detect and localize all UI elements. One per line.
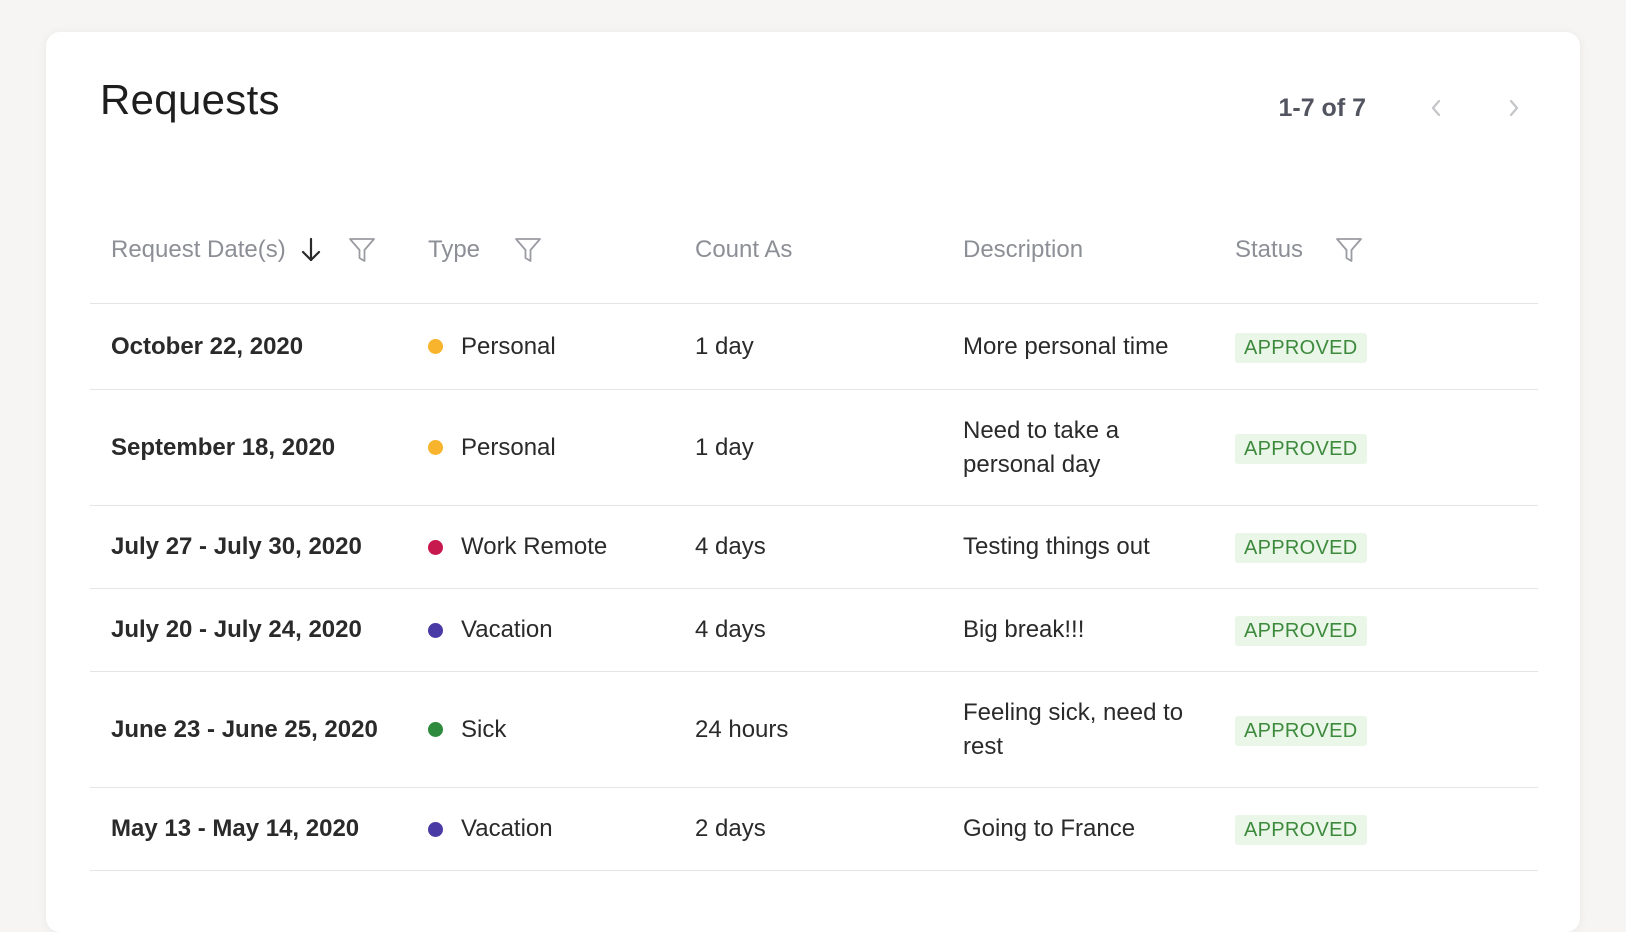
type-color-dot — [428, 339, 443, 354]
column-header-count-as: Count As — [674, 197, 942, 304]
type-color-dot — [428, 821, 443, 837]
table-header-row: Request Date(s) Type Count As Descriptio… — [90, 197, 1538, 304]
type-cell: Personal — [407, 303, 674, 390]
type-cell: Work Remote — [407, 505, 674, 589]
column-header-label: Status — [1235, 236, 1304, 263]
filter-icon — [1336, 238, 1362, 262]
table-row[interactable]: July 20 - July 24, 2020 Vacation 4 days … — [90, 588, 1538, 672]
status-badge: APPROVED — [1235, 332, 1367, 363]
type-label: Work Remote — [461, 533, 608, 560]
type-color-dot — [428, 440, 443, 455]
status-cell: APPROVED — [1214, 787, 1538, 871]
status-badge: APPROVED — [1235, 433, 1367, 464]
requests-table: Request Date(s) Type Count As Descriptio… — [90, 197, 1538, 871]
column-header-type: Type — [407, 197, 674, 304]
request-date-cell: July 27 - July 30, 2020 — [90, 505, 407, 589]
table-row[interactable]: June 23 - June 25, 2020 Sick 24 hours Fe… — [90, 671, 1538, 788]
chevron-left-icon — [1431, 99, 1441, 117]
type-label: Vacation — [461, 815, 553, 842]
request-date-cell: June 23 - June 25, 2020 — [90, 671, 407, 788]
status-cell: APPROVED — [1214, 588, 1538, 672]
requests-card: Requests 1-7 of 7 Request Date(s) Type C… — [46, 32, 1580, 932]
request-date-cell: October 22, 2020 — [90, 303, 407, 390]
description-cell: More personal time — [942, 303, 1214, 390]
page-title: Requests — [100, 76, 280, 123]
column-header-label: Request Date(s) — [111, 236, 286, 263]
status-badge: APPROVED — [1235, 533, 1367, 563]
description-cell: Big break!!! — [942, 588, 1214, 672]
request-date-cell: September 18, 2020 — [90, 389, 407, 506]
type-color-dot — [428, 622, 443, 638]
previous-page-button[interactable] — [1420, 92, 1452, 124]
filter-status-button[interactable] — [1335, 236, 1363, 264]
type-cell: Vacation — [407, 588, 674, 672]
request-date-cell: May 13 - May 14, 2020 — [90, 787, 407, 871]
status-cell: APPROVED — [1214, 671, 1538, 788]
type-color-dot — [428, 722, 443, 737]
table-row[interactable]: September 18, 2020 Personal 1 day Need t… — [90, 389, 1538, 506]
pagination-count: 1-7 of 7 — [1278, 94, 1366, 122]
status-cell: APPROVED — [1214, 303, 1538, 390]
column-header-request-dates[interactable]: Request Date(s) — [90, 197, 407, 304]
type-label: Sick — [461, 715, 507, 743]
arrow-down-icon — [301, 237, 320, 262]
status-badge: APPROVED — [1235, 715, 1367, 746]
type-cell: Sick — [407, 671, 674, 788]
status-badge: APPROVED — [1235, 815, 1367, 845]
status-cell: APPROVED — [1214, 389, 1538, 506]
table-row[interactable]: May 13 - May 14, 2020 Vacation 2 days Go… — [90, 787, 1538, 871]
next-page-button[interactable] — [1498, 92, 1530, 124]
request-date-cell: July 20 - July 24, 2020 — [90, 588, 407, 672]
count-as-cell: 1 day — [674, 303, 942, 390]
status-badge: APPROVED — [1235, 616, 1367, 646]
description-cell: Need to take a personal day — [942, 389, 1214, 506]
column-header-status: Status — [1214, 197, 1538, 304]
column-header-label: Type — [428, 236, 481, 263]
type-color-dot — [428, 539, 443, 555]
type-cell: Personal — [407, 389, 674, 506]
status-cell: APPROVED — [1214, 505, 1538, 589]
description-cell: Going to France — [942, 787, 1214, 871]
filter-type-button[interactable] — [514, 236, 542, 264]
count-as-cell: 4 days — [674, 588, 942, 672]
chevron-right-icon — [1509, 99, 1519, 117]
filter-icon — [348, 238, 375, 262]
count-as-cell: 24 hours — [674, 671, 942, 788]
type-label: Vacation — [461, 616, 553, 643]
description-cell: Testing things out — [942, 505, 1214, 589]
type-label: Personal — [461, 433, 556, 461]
table-row[interactable]: October 22, 2020 Personal 1 day More per… — [90, 303, 1538, 390]
column-header-description: Description — [942, 197, 1214, 304]
card-header: Requests 1-7 of 7 — [46, 32, 1580, 172]
filter-icon — [515, 238, 541, 262]
count-as-cell: 4 days — [674, 505, 942, 589]
table-row[interactable]: July 27 - July 30, 2020 Work Remote 4 da… — [90, 505, 1538, 589]
column-header-label: Count As — [695, 236, 793, 263]
column-header-label: Description — [963, 236, 1084, 263]
count-as-cell: 1 day — [674, 389, 942, 506]
filter-request-dates-button[interactable] — [348, 236, 376, 264]
type-cell: Vacation — [407, 787, 674, 871]
count-as-cell: 2 days — [674, 787, 942, 871]
sort-descending-button[interactable] — [300, 237, 322, 263]
type-label: Personal — [461, 332, 556, 360]
description-cell: Feeling sick, need to rest — [942, 671, 1214, 788]
